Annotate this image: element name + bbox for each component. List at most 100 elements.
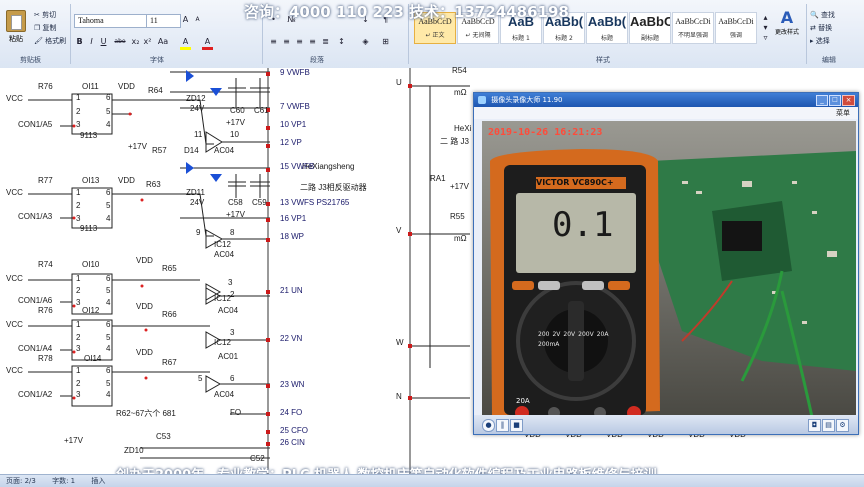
video-timestamp: 2019-10-26 16:21:23	[488, 127, 603, 138]
schematic-label: 15 VWFB	[280, 162, 315, 171]
schematic-label: W	[396, 338, 404, 347]
underline-button[interactable]: U	[98, 36, 109, 47]
italic-button[interactable]: I	[86, 36, 97, 47]
editing-group-label: 编辑	[822, 56, 836, 64]
word-count[interactable]: 字数: 1	[52, 477, 75, 485]
menu-button[interactable]: 菜单	[836, 107, 850, 119]
stop-icon[interactable]: ■	[510, 419, 523, 432]
schematic-label: mΩ	[454, 234, 467, 243]
schematic-label: 3	[76, 120, 81, 129]
schematic-label: 2	[76, 286, 81, 295]
schematic-label: RA1	[430, 174, 446, 183]
copy-button[interactable]: ❐ 复制	[34, 23, 57, 33]
minimize-icon[interactable]: _	[816, 95, 828, 106]
schematic-label: 11	[194, 130, 203, 139]
bold-button[interactable]: B	[74, 36, 85, 47]
replace-button[interactable]: ⇄ 替换	[810, 23, 832, 33]
style-item[interactable]: AaBbCcDi 强调	[715, 12, 757, 44]
borders-icon[interactable]: ⊞	[380, 36, 391, 47]
meter-display: 0.1	[552, 205, 614, 245]
align-center-icon[interactable]: ≡	[281, 36, 292, 47]
pause-icon[interactable]: ‖	[496, 419, 509, 432]
schematic-label: R65	[162, 264, 177, 273]
font-group-label: 字体	[150, 56, 164, 64]
schematic-label: 10	[230, 130, 239, 139]
schematic-label: ZD12	[186, 94, 206, 103]
font-family-select[interactable]: Tahoma	[74, 14, 147, 28]
schematic-label: 3	[76, 298, 81, 307]
justify-icon[interactable]: ≡	[307, 36, 318, 47]
schematic-label: OI14	[84, 354, 102, 363]
schematic-label: ZD10	[124, 446, 144, 455]
page-indicator[interactable]: 页面: 2/3	[6, 477, 36, 485]
schematic-label: 10 VP1	[280, 120, 307, 129]
distribute-icon[interactable]: ≣	[320, 36, 331, 47]
schematic-label: +17V	[226, 210, 245, 219]
superscript-button[interactable]: x²	[142, 36, 153, 47]
settings-icon[interactable]: ⚙	[836, 419, 849, 432]
grow-font-icon[interactable]: A	[180, 14, 191, 25]
style-preview: AaBbCcDi	[675, 17, 711, 26]
schematic-label: 5	[106, 286, 111, 295]
style-name: 不明显强调	[677, 32, 708, 39]
style-preview: AaBbCcDi	[718, 17, 754, 26]
schematic-label: 12 VP	[280, 138, 302, 147]
format-painter-button[interactable]: 🖌 格式刷	[34, 36, 66, 46]
change-styles-button[interactable]: A 更改样式	[772, 8, 802, 36]
record-icon[interactable]: ●	[482, 419, 495, 432]
schematic-label: VCC	[6, 274, 23, 283]
style-item[interactable]: AaBbCcDi 不明显强调	[672, 12, 714, 44]
select-button[interactable]: ▸ 选择	[810, 36, 830, 46]
style-item[interactable]: AaBb(标题	[586, 12, 628, 44]
schematic-label: 4	[106, 214, 111, 223]
schematic-label: 6	[230, 374, 235, 383]
folder-icon[interactable]: ▤	[822, 419, 835, 432]
schematic-label: R78	[38, 354, 53, 363]
gallery-more-icon[interactable]: ▿	[760, 32, 771, 43]
schematic-label: VCC	[6, 366, 23, 375]
schematic-label: VDD	[136, 348, 153, 357]
window-titlebar[interactable]: 摄像头录像大师 11.90 _ □ ×	[474, 93, 858, 107]
schematic-label: 3	[76, 344, 81, 353]
schematic-label: IC12	[214, 240, 231, 249]
schematic-label: 13 VWFS PS21765	[280, 198, 350, 207]
align-right-icon[interactable]: ≡	[294, 36, 305, 47]
paste-button[interactable]: 粘贴	[4, 8, 28, 44]
schematic-label: OI12	[82, 306, 100, 315]
style-name: 副标题	[640, 35, 659, 42]
insert-mode[interactable]: 插入	[91, 477, 105, 485]
font-size-select[interactable]: 11	[146, 14, 181, 28]
app-icon	[478, 96, 486, 104]
cut-button[interactable]: ✂ 剪切	[34, 10, 56, 20]
subscript-button[interactable]: x₂	[130, 36, 141, 47]
strikethrough-button[interactable]: abe	[112, 36, 128, 47]
clipboard-group-label: 剪贴板	[20, 56, 41, 64]
shrink-font-icon[interactable]: A	[192, 14, 203, 25]
cut-label: 剪切	[42, 11, 57, 19]
schematic-label: AC01	[218, 352, 239, 361]
schematic-label: 5	[106, 379, 111, 388]
schematic-label: IC12	[214, 338, 231, 347]
schematic-label: C52	[250, 454, 265, 463]
schematic-label: OI10	[82, 260, 100, 269]
schematic-label: IC12	[214, 294, 231, 303]
schematic-label: 5	[106, 201, 111, 210]
font-color-button[interactable]: A	[202, 36, 213, 50]
window-menubar: 菜单	[474, 107, 858, 119]
schematic-label: AC04	[214, 146, 235, 155]
find-button[interactable]: 🔍 查找	[810, 10, 835, 20]
shading-icon[interactable]: ◈	[360, 36, 371, 47]
change-case-button[interactable]: Aa	[156, 36, 170, 47]
align-left-icon[interactable]: ≡	[268, 36, 279, 47]
snapshot-icon[interactable]: ◘	[808, 419, 821, 432]
maximize-icon[interactable]: □	[829, 95, 841, 106]
close-icon[interactable]: ×	[842, 95, 855, 106]
schematic-label: 4	[106, 298, 111, 307]
highlight-color-button[interactable]: A	[180, 36, 191, 50]
schematic-label: 8	[230, 228, 235, 237]
schematic-label: AC04	[218, 306, 239, 315]
style-item[interactable]: AaBbC 副标题	[629, 12, 671, 44]
line-spacing-icon[interactable]: ↕	[336, 36, 347, 47]
schematic-label: 1	[76, 366, 81, 375]
schematic-label: 5	[106, 333, 111, 342]
